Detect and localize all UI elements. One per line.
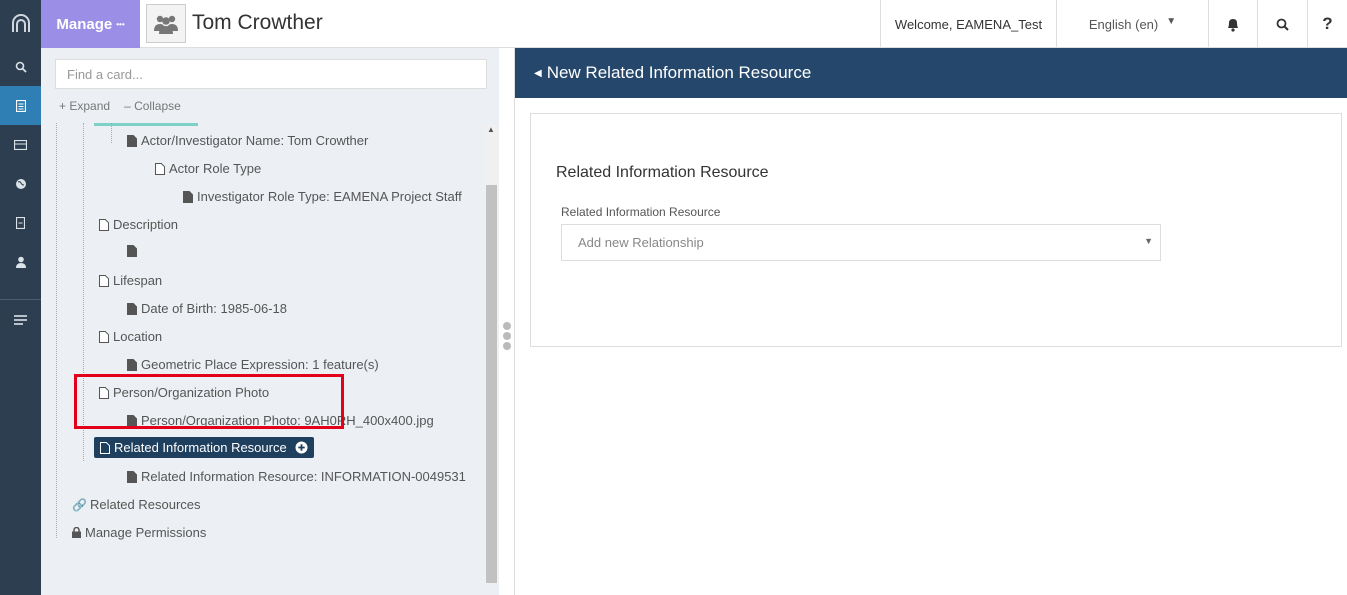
minus-icon: – [124,99,131,113]
file-filled-icon [127,245,137,257]
card-section-title: Related Information Resource [556,164,769,181]
welcome-user[interactable]: Welcome, EAMENA_Test [880,0,1056,48]
splitter-grip-dot [503,342,511,350]
language-selector[interactable]: English (en) ▼ [1056,0,1208,48]
find-card-input[interactable]: Find a card... [55,59,487,89]
expand-button[interactable]: + Expand [59,99,110,113]
related-resource-select[interactable]: Add new Relationship ▼ [561,224,1161,261]
chevron-down-icon: ▼ [1144,236,1153,246]
tree-node[interactable]: Date of Birth: 1985-06-18 [127,301,287,316]
lock-icon [72,527,81,538]
tree-node-label: Related Resources [89,497,201,512]
file-outline-icon [155,162,165,175]
collapse-button[interactable]: – Collapse [124,99,181,113]
card-header-title: New Related Information Resource [546,63,812,82]
tree-node[interactable]: Lifespan [99,273,162,288]
tree-guide [111,123,112,143]
plus-icon: + [59,99,67,113]
file-outline-icon [99,274,109,287]
file-outline-icon [99,218,109,231]
tree-node-label: Actor Role Type [169,161,262,176]
user-icon[interactable] [0,242,41,281]
map-icon[interactable] [0,164,41,203]
manage-dots-icon: ••• [116,19,125,29]
manage-button[interactable]: Manage ••• [41,0,140,48]
tree-node[interactable]: Description [99,217,178,232]
manage-label: Manage [56,15,113,33]
tree-node[interactable]: Actor/Investigator Name: Tom Crowther [127,133,368,148]
menu-lines-icon[interactable] [0,300,41,339]
file-filled-icon [127,302,137,315]
tree-node[interactable]: Related Information Resource: INFORMATIO… [127,469,466,484]
tree-top-highlight [94,123,198,126]
file-filled-icon [183,190,193,203]
tree-node-label: Actor/Investigator Name: Tom Crowther [141,133,369,148]
tree-node-selected[interactable]: Related Information Resource [94,437,314,458]
search-icon[interactable] [0,47,41,86]
add-circle-icon[interactable] [295,441,308,454]
tree-guide [56,123,57,538]
collapse-label: Collapse [134,99,181,113]
tree-node-label: Location [113,329,163,344]
tree-node-label: Related Information Resource [114,440,287,455]
tree-node[interactable]: Geometric Place Expression: 1 feature(s) [127,357,379,372]
tree-controls: + Expand – Collapse [59,99,181,113]
tree-node[interactable]: Investigator Role Type: EAMENA Project S… [183,189,462,204]
panel-splitter[interactable] [499,48,515,595]
card-tree-panel: Find a card... + Expand – Collapse Actor… [41,48,499,595]
app-logo-icon[interactable] [0,0,41,47]
tree-node-label: Manage Permissions [85,525,207,540]
expand-label: Expand [69,99,111,113]
splitter-grip-dot [503,322,511,330]
splitter-grip-dot [503,332,511,340]
tree-node-label: Investigator Role Type: EAMENA Project S… [197,189,462,204]
tree-node[interactable]: Location [99,329,162,344]
search-icon [1276,18,1289,31]
file-filled-icon [127,470,137,483]
notifications-button[interactable] [1208,0,1257,48]
scrollbar-thumb[interactable] [486,185,497,583]
resource-editor-icon[interactable] [0,86,41,125]
highlight-annotation-box [74,374,344,429]
tree-node-label: Description [113,217,179,232]
field-label: Related Information Resource [561,205,721,219]
select-placeholder: Add new Relationship [578,235,704,250]
help-button[interactable]: ? [1307,0,1347,48]
icon-rail [0,0,41,595]
bookmark-icon[interactable] [0,203,41,242]
help-icon: ? [1322,14,1333,33]
card-form: Related Information Resource Related Inf… [530,113,1342,347]
card-header: ◀ New Related Information Resource [515,48,1347,98]
caret-left-icon[interactable]: ◀ [534,68,542,79]
card-list-icon[interactable] [0,125,41,164]
tree-node[interactable]: 🔗 Related Resources [72,497,201,512]
card-tree: Actor/Investigator Name: Tom Crowther Ac… [41,123,485,593]
welcome-text: Welcome, EAMENA_Test [894,16,1043,32]
file-outline-icon [99,330,109,343]
tree-node[interactable] [127,245,141,257]
tree-node-label: Related Information Resource: INFORMATIO… [141,469,466,484]
bell-icon [1228,18,1238,32]
top-header: Manage ••• Tom Crowther Welcome, EAMENA_… [41,0,1347,48]
tree-node[interactable]: Actor Role Type [155,161,261,176]
tree-node-label: Geometric Place Expression: 1 feature(s) [141,357,379,372]
chevron-down-icon: ▼ [1166,15,1177,27]
language-label: English (en) [1088,16,1159,32]
file-filled-icon [127,358,137,371]
scroll-up-icon[interactable]: ▲ [487,125,495,134]
file-outline-icon [100,441,110,454]
link-icon: 🔗 [72,497,87,512]
tree-scrollbar[interactable]: ▲ [485,125,498,585]
resource-type-icon [146,4,186,43]
tree-node-label: Date of Birth: 1985-06-18 [141,301,287,316]
search-button[interactable] [1257,0,1307,48]
file-filled-icon [127,134,137,147]
resource-title: Tom Crowther [192,11,323,34]
tree-node[interactable]: Manage Permissions [72,525,206,540]
tree-node-label: Lifespan [113,273,163,288]
